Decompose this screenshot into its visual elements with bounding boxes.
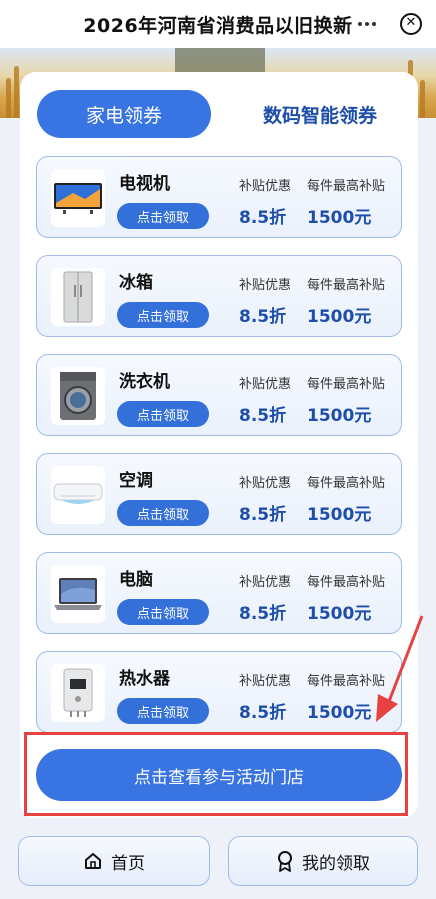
claim-button[interactable]: 点击领取 bbox=[117, 698, 209, 724]
subsidy-value: 8.5折 bbox=[239, 307, 287, 327]
max-subsidy-label: 每件最高补贴 bbox=[307, 476, 386, 491]
water-heater-icon bbox=[51, 664, 105, 722]
subsidy-value: 8.5折 bbox=[239, 703, 287, 723]
max-subsidy-label: 每件最高补贴 bbox=[307, 179, 386, 194]
max-subsidy-value: 1500元 bbox=[307, 406, 372, 426]
more-options-icon[interactable] bbox=[355, 16, 379, 32]
award-icon bbox=[278, 851, 292, 872]
subsidy-value: 8.5折 bbox=[239, 208, 287, 228]
home-icon bbox=[85, 853, 101, 869]
max-subsidy-value: 1500元 bbox=[307, 208, 372, 228]
max-subsidy-label: 每件最高补贴 bbox=[307, 278, 386, 293]
max-subsidy-label: 每件最高补贴 bbox=[307, 377, 386, 392]
laptop-icon bbox=[51, 565, 105, 623]
max-subsidy-label: 每件最高补贴 bbox=[307, 575, 386, 590]
highlight-box bbox=[24, 732, 408, 816]
washing-machine-icon bbox=[51, 367, 105, 425]
product-name: 空调 bbox=[119, 471, 153, 491]
claim-button[interactable]: 点击领取 bbox=[117, 203, 209, 229]
product-name: 冰箱 bbox=[119, 273, 153, 293]
nav-my-claims-button[interactable]: 我的领取 bbox=[228, 836, 418, 886]
max-subsidy-value: 1500元 bbox=[307, 307, 372, 327]
tab-digital-coupons[interactable]: 数码智能领券 bbox=[238, 90, 402, 138]
nav-home-button[interactable]: 首页 bbox=[18, 836, 210, 886]
max-subsidy-value: 1500元 bbox=[307, 703, 372, 723]
subsidy-label: 补贴优惠 bbox=[239, 575, 292, 590]
product-card-washing-machine: 洗衣机 点击领取 补贴优惠 每件最高补贴 8.5折 1500元 bbox=[36, 354, 402, 436]
tv-icon bbox=[51, 169, 105, 227]
air-conditioner-icon bbox=[51, 466, 105, 524]
product-name: 热水器 bbox=[119, 669, 170, 689]
product-name: 电脑 bbox=[119, 570, 153, 590]
claim-button[interactable]: 点击领取 bbox=[117, 401, 209, 427]
product-card-water-heater: 热水器 点击领取 补贴优惠 每件最高补贴 8.5折 1500元 bbox=[36, 651, 402, 733]
product-card-tv: 电视机 点击领取 补贴优惠 每件最高补贴 8.5折 1500元 bbox=[36, 156, 402, 238]
page-title: 2026年河南省消费品以旧换新 bbox=[83, 14, 353, 37]
claim-button[interactable]: 点击领取 bbox=[117, 500, 209, 526]
max-subsidy-value: 1500元 bbox=[307, 505, 372, 525]
subsidy-label: 补贴优惠 bbox=[239, 278, 292, 293]
close-icon[interactable]: ✕ bbox=[400, 13, 422, 35]
subsidy-label: 补贴优惠 bbox=[239, 476, 292, 491]
product-card-laptop: 电脑 点击领取 补贴优惠 每件最高补贴 8.5折 1500元 bbox=[36, 552, 402, 634]
coupon-panel: 家电领券 数码智能领券 电视机 点击领取 补贴优惠 每件最高补贴 8.5折 15… bbox=[20, 72, 418, 818]
max-subsidy-value: 1500元 bbox=[307, 604, 372, 624]
subsidy-value: 8.5折 bbox=[239, 604, 287, 624]
red-arrow-annotation bbox=[376, 615, 424, 722]
claim-button[interactable]: 点击领取 bbox=[117, 599, 209, 625]
subsidy-value: 8.5折 bbox=[239, 406, 287, 426]
nav-my-claims-label: 我的领取 bbox=[302, 853, 370, 874]
subsidy-label: 补贴优惠 bbox=[239, 674, 292, 689]
product-card-air-conditioner: 空调 点击领取 补贴优惠 每件最高补贴 8.5折 1500元 bbox=[36, 453, 402, 535]
product-name: 洗衣机 bbox=[119, 372, 170, 392]
product-card-fridge: 冰箱 点击领取 补贴优惠 每件最高补贴 8.5折 1500元 bbox=[36, 255, 402, 337]
fridge-icon bbox=[51, 268, 105, 326]
subsidy-label: 补贴优惠 bbox=[239, 377, 292, 392]
product-name: 电视机 bbox=[119, 174, 170, 194]
nav-home-label: 首页 bbox=[111, 853, 145, 874]
subsidy-label: 补贴优惠 bbox=[239, 179, 292, 194]
title-bar: 2026年河南省消费品以旧换新 ✕ bbox=[0, 0, 436, 48]
claim-button[interactable]: 点击领取 bbox=[117, 302, 209, 328]
tab-appliance-coupons[interactable]: 家电领券 bbox=[37, 90, 211, 138]
subsidy-value: 8.5折 bbox=[239, 505, 287, 525]
